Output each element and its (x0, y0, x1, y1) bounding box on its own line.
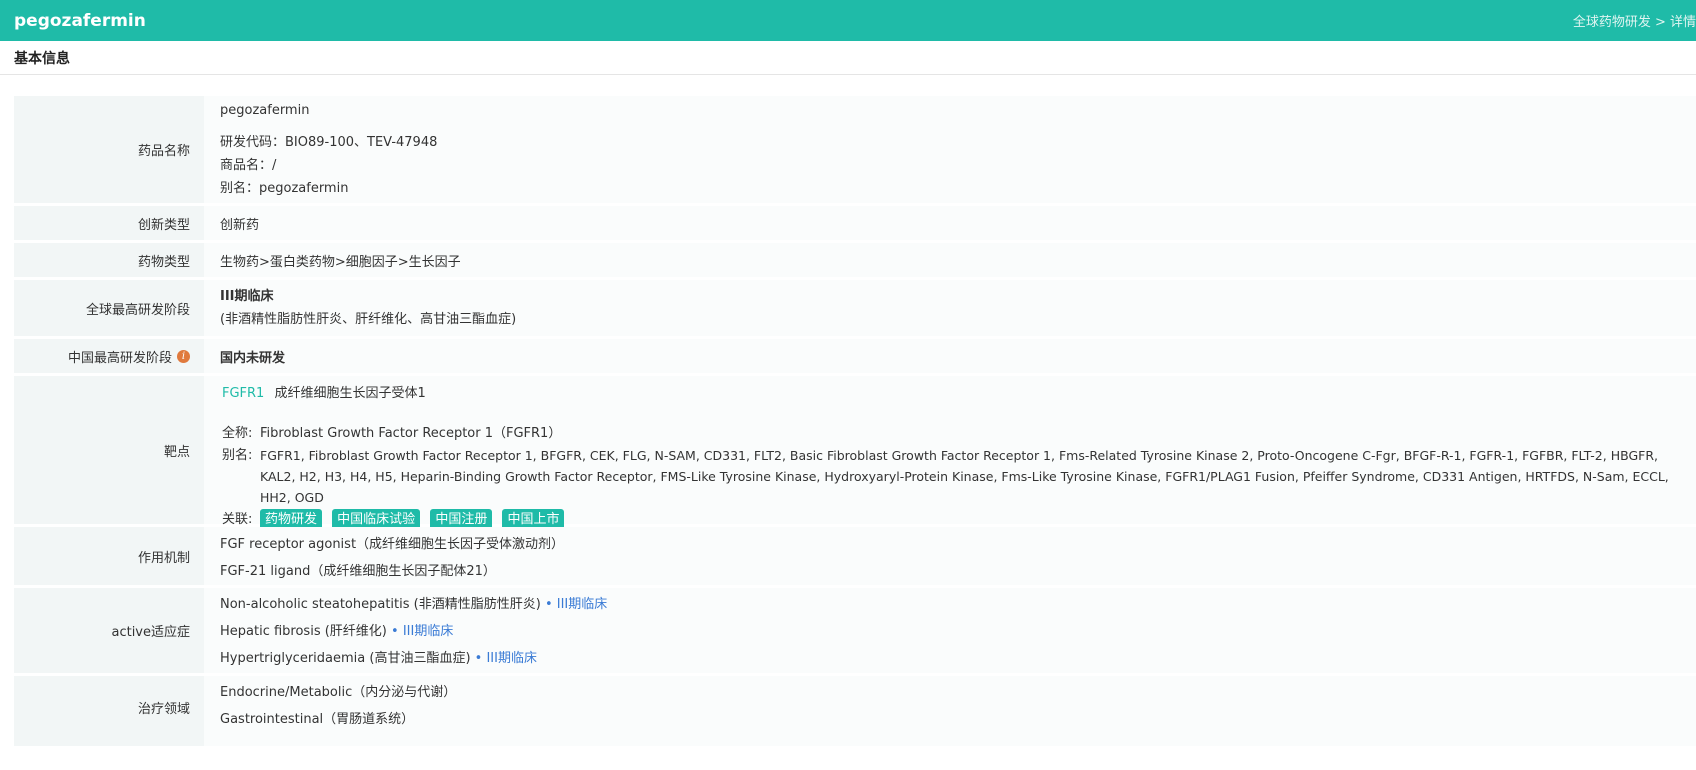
indication-phase-link[interactable]: • III期临床 (391, 624, 453, 639)
label-drug-name: 药品名称 (14, 96, 204, 203)
indication-phase-link[interactable]: • III期临床 (475, 651, 537, 666)
value-drug-type: 生物药>蛋白类药物>细胞因子>生长因子 (204, 243, 1696, 277)
drug-alias: 别名：pegozafermin (220, 181, 349, 196)
row-target: 靶点 FGFR1 成纤维细胞生长因子受体1 全称: Fibroblast Gro… (14, 376, 1696, 530)
indication-item: Hepatic fibrosis (肝纤维化) • III期临床 (220, 618, 1680, 645)
target-alias-value: FGFR1, Fibroblast Growth Factor Receptor… (260, 448, 1669, 505)
row-innovation-type: 创新类型 创新药 (14, 206, 1696, 240)
info-table: 药品名称 pegozafermin 研发代码：BIO89-100、TEV-479… (14, 96, 1696, 746)
indication-item: Non-alcoholic steatohepatitis (非酒精性脂肪性肝炎… (220, 591, 1680, 618)
value-innovation-type: 创新药 (204, 206, 1696, 240)
drug-name-main: pegozafermin (220, 103, 310, 118)
target-alias: 别名: FGFR1, Fibroblast Growth Factor Rece… (222, 445, 1680, 508)
therapy-item: Endocrine/Metabolic（内分泌与代谢） (220, 685, 457, 700)
therapy-item: Gastrointestinal（胃肠道系统） (220, 712, 415, 727)
label-china-phase: 中国最高研发阶段 i (14, 339, 204, 373)
target-fullname-value: Fibroblast Growth Factor Receptor 1（FGFR… (260, 426, 562, 441)
indication-phase-link[interactable]: • III期临床 (545, 597, 607, 612)
label-innovation-type: 创新类型 (14, 206, 204, 240)
label-target: 靶点 (14, 376, 204, 524)
value-therapy-area: Endocrine/Metabolic（内分泌与代谢） Gastrointest… (204, 676, 1696, 746)
value-indications: Non-alcoholic steatohepatitis (非酒精性脂肪性肝炎… (204, 588, 1696, 673)
info-icon[interactable]: i (177, 349, 190, 363)
row-global-phase: 全球最高研发阶段 III期临床 (非酒精性脂肪性肝炎、肝纤维化、高甘油三酯血症) (14, 280, 1696, 336)
value-target: FGFR1 成纤维细胞生长因子受体1 全称: Fibroblast Growth… (204, 376, 1696, 530)
indication-name: Hepatic fibrosis (肝纤维化) (220, 624, 387, 639)
row-drug-name: 药品名称 pegozafermin 研发代码：BIO89-100、TEV-479… (14, 96, 1696, 203)
page-title: pegozafermin (14, 10, 146, 31)
value-china-phase: 国内未研发 (204, 339, 1696, 373)
top-header: pegozafermin 全球药物研发 > 详情 (0, 0, 1696, 41)
row-drug-type: 药物类型 生物药>蛋白类药物>细胞因子>生长因子 (14, 243, 1696, 277)
label-china-phase-text: 中国最高研发阶段 (67, 350, 172, 366)
row-therapy-area: 治疗领域 Endocrine/Metabolic（内分泌与代谢） Gastroi… (14, 676, 1696, 746)
value-mechanism: FGF receptor agonist（成纤维细胞生长因子受体激动剂） FGF… (204, 527, 1696, 585)
value-drug-name: pegozafermin 研发代码：BIO89-100、TEV-47948 商品… (204, 96, 1696, 203)
global-phase-value: III期临床 (220, 289, 274, 304)
indication-item: Hypertriglyceridaemia (高甘油三酯血症) • III期临床 (220, 645, 1680, 672)
global-phase-note: (非酒精性脂肪性肝炎、肝纤维化、高甘油三酯血症) (220, 312, 517, 327)
value-global-phase: III期临床 (非酒精性脂肪性肝炎、肝纤维化、高甘油三酯血症) (204, 280, 1696, 336)
mechanism-item: FGF receptor agonist（成纤维细胞生长因子受体激动剂） (220, 537, 565, 552)
target-code-link[interactable]: FGFR1 (222, 386, 264, 401)
label-therapy-area: 治疗领域 (14, 676, 204, 746)
row-indications: active适应症 Non-alcoholic steatohepatitis … (14, 588, 1696, 673)
label-indications: active适应症 (14, 588, 204, 673)
drug-code: 研发代码：BIO89-100、TEV-47948 (220, 135, 438, 150)
indication-name: Non-alcoholic steatohepatitis (非酒精性脂肪性肝炎… (220, 597, 541, 612)
target-header: FGFR1 成纤维细胞生长因子受体1 (222, 382, 1680, 405)
label-global-phase: 全球最高研发阶段 (14, 280, 204, 336)
row-china-phase: 中国最高研发阶段 i 国内未研发 (14, 339, 1696, 373)
target-fullname: 全称: Fibroblast Growth Factor Receptor 1（… (222, 422, 1680, 445)
row-mechanism: 作用机制 FGF receptor agonist（成纤维细胞生长因子受体激动剂… (14, 527, 1696, 585)
mechanism-item: FGF-21 ligand（成纤维细胞生长因子配体21） (220, 564, 496, 579)
section-title: 基本信息 (0, 41, 1696, 75)
label-drug-type: 药物类型 (14, 243, 204, 277)
target-alias-key: 别名: (222, 448, 253, 463)
drug-trade-name: 商品名：/ (220, 158, 277, 173)
target-name: 成纤维细胞生长因子受体1 (274, 386, 426, 401)
target-fullname-key: 全称: (222, 426, 253, 441)
indication-name: Hypertriglyceridaemia (高甘油三酯血症) (220, 651, 471, 666)
breadcrumb[interactable]: 全球药物研发 > 详情 (1573, 11, 1696, 30)
label-mechanism: 作用机制 (14, 527, 204, 585)
